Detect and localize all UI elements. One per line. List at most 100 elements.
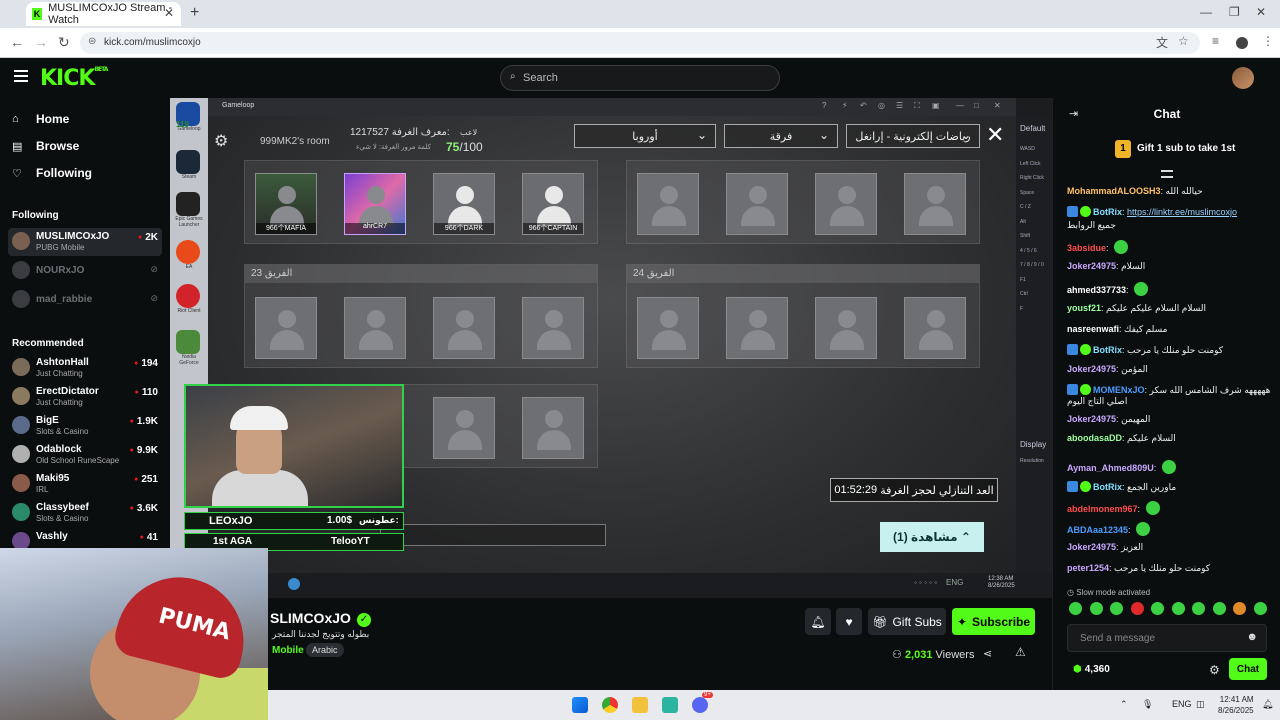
- mode-select[interactable]: فرقة ⌄: [724, 124, 838, 148]
- emu-restore-icon[interactable]: □: [974, 101, 979, 110]
- follow-button[interactable]: ♥: [836, 608, 862, 635]
- chat-username[interactable]: BotRix: [1093, 482, 1122, 492]
- player-slot[interactable]: [815, 173, 877, 235]
- recommended-channel[interactable]: OdablockOld School RuneScape 9.9K: [8, 441, 162, 469]
- undo-icon[interactable]: ↶: [860, 101, 867, 110]
- player-slot[interactable]: [433, 397, 495, 459]
- chat-username[interactable]: MohammadALOOSH3: [1067, 186, 1161, 196]
- minimize-icon[interactable]: —: [1200, 5, 1212, 19]
- search-input[interactable]: ⌕ Search: [500, 65, 780, 91]
- chat-username[interactable]: Ayman_Ahmed809U: [1067, 463, 1154, 473]
- taskbar-clock[interactable]: 12:41 AM 8/26/2025: [1218, 694, 1254, 716]
- player-slot[interactable]: [637, 297, 699, 359]
- chat-username[interactable]: ABDAaa12345: [1067, 525, 1128, 535]
- chat-username[interactable]: aboodasaDD: [1067, 433, 1122, 443]
- app-icon[interactable]: [662, 697, 678, 713]
- riot-app-icon[interactable]: [176, 284, 200, 308]
- emulator-app-icon[interactable]: [288, 578, 300, 590]
- channel-name[interactable]: SLIMCOxJO ✓: [270, 610, 371, 627]
- recommended-channel[interactable]: BigESlots & Casino 1.9K: [8, 412, 162, 440]
- player-slot[interactable]: [637, 173, 699, 235]
- taskbar-language[interactable]: ENG: [1172, 699, 1192, 709]
- emu-minimize-icon[interactable]: —: [956, 101, 964, 110]
- discord-icon[interactable]: [692, 697, 708, 713]
- chat-username[interactable]: peter1254: [1067, 563, 1109, 573]
- emu-close-icon[interactable]: ✕: [994, 101, 1001, 110]
- chat-username[interactable]: yousf21: [1067, 303, 1101, 313]
- boost-icon[interactable]: ⚡: [842, 101, 848, 110]
- chat-username[interactable]: ahmed337733: [1067, 285, 1126, 295]
- chat-username[interactable]: Joker24975: [1067, 542, 1116, 552]
- emoji-icon[interactable]: ☻: [1246, 631, 1258, 643]
- pinned-icon[interactable]: [1161, 170, 1173, 178]
- profile-avatar-icon[interactable]: [1236, 37, 1248, 49]
- channel-points[interactable]: ⬢ 4,360: [1073, 664, 1110, 675]
- tab-close-icon[interactable]: ✕: [164, 6, 174, 20]
- recommended-channel[interactable]: ClassybeefSlots & Casino 3.6K: [8, 499, 162, 527]
- settings-gear-icon[interactable]: ⚙: [214, 131, 228, 151]
- restore-icon[interactable]: ❐: [1229, 5, 1240, 19]
- stream-category[interactable]: Mobile: [272, 645, 304, 656]
- microphone-icon[interactable]: 🎙︎: [1142, 699, 1153, 710]
- menu-icon[interactable]: [14, 70, 28, 82]
- share-icon[interactable]: ⋖: [983, 647, 992, 660]
- player-slot[interactable]: 966个CAPTAIN: [522, 173, 584, 235]
- record-icon[interactable]: ◎: [878, 101, 885, 110]
- chat-username[interactable]: BotRix: [1093, 207, 1122, 217]
- player-slot[interactable]: [726, 297, 788, 359]
- window-close-icon[interactable]: ✕: [1256, 5, 1266, 19]
- new-tab-icon[interactable]: +: [190, 4, 199, 22]
- translate-icon[interactable]: 文: [1156, 34, 1168, 51]
- chat-username[interactable]: Joker24975: [1067, 414, 1116, 424]
- following-channel[interactable]: MUSLIMCOxJO PUBG Mobile 2K: [8, 228, 162, 256]
- quick-emote-icon[interactable]: [1212, 602, 1226, 615]
- network-icon[interactable]: ◫: [1196, 699, 1205, 710]
- player-slot[interactable]: [904, 297, 966, 359]
- sidebar-item-browse[interactable]: ▤ Browse: [12, 139, 79, 153]
- steam-app-icon[interactable]: [176, 150, 200, 174]
- bookmark-star-icon[interactable]: ☆: [1178, 34, 1189, 48]
- tray-chevron-icon[interactable]: ⌃: [1120, 699, 1128, 710]
- sidebar-item-home[interactable]: ⌂ Home: [12, 112, 69, 126]
- quick-emote-icon[interactable]: [1192, 602, 1205, 615]
- back-icon[interactable]: ←: [10, 34, 24, 50]
- windows-start-icon[interactable]: [572, 697, 588, 713]
- player-slot[interactable]: [904, 173, 966, 235]
- sidebar-item-following[interactable]: ♡ Following: [12, 166, 92, 180]
- fullscreen-icon[interactable]: ⛶: [914, 101, 920, 111]
- quick-emote-icon[interactable]: [1171, 602, 1185, 615]
- site-info-icon[interactable]: ⊜: [88, 36, 96, 47]
- chat-username[interactable]: 3absidue: [1067, 243, 1106, 253]
- chat-username[interactable]: BotRix: [1093, 345, 1122, 355]
- player-slot[interactable]: [522, 297, 584, 359]
- user-avatar[interactable]: [1232, 67, 1254, 89]
- reload-icon[interactable]: ↻: [58, 34, 70, 51]
- player-slot[interactable]: 966个DARK: [433, 173, 495, 235]
- stream-tag[interactable]: Arabic: [306, 643, 344, 657]
- recommended-channel[interactable]: ErectDictatorJust Chatting 110: [8, 383, 162, 411]
- chat-username[interactable]: MOMENxJO: [1093, 385, 1145, 395]
- browser-menu-icon[interactable]: ⋮: [1262, 34, 1274, 48]
- screenshot-icon[interactable]: ▣: [932, 101, 940, 110]
- region-select[interactable]: أوروبا ⌄: [574, 124, 716, 148]
- file-explorer-icon[interactable]: [632, 697, 648, 713]
- chat-message-input[interactable]: Send a message ☻: [1067, 624, 1267, 652]
- list-icon[interactable]: ☰: [896, 101, 903, 110]
- kick-logo[interactable]: KICKBETA: [40, 66, 108, 91]
- subscribe-button[interactable]: ✦ Subscribe: [952, 608, 1035, 635]
- chat-settings-gear-icon[interactable]: ⚙: [1209, 663, 1220, 677]
- chrome-icon[interactable]: [602, 697, 618, 713]
- recommended-channel[interactable]: AshtonHallJust Chatting 194: [8, 354, 162, 382]
- notifications-button[interactable]: 🔔︎: [805, 608, 831, 635]
- player-slot[interactable]: [255, 297, 317, 359]
- map-select[interactable]: رياضات إلكترونية - إرانغل ⌄: [846, 124, 980, 148]
- spectate-button[interactable]: (1) مشاهدة ⌃: [880, 522, 984, 552]
- game-close-icon[interactable]: ✕: [986, 124, 1004, 146]
- quick-emote-icon[interactable]: [1069, 602, 1082, 615]
- help-icon[interactable]: ?: [822, 101, 826, 110]
- epic-app-icon[interactable]: [176, 192, 200, 216]
- player-slot[interactable]: 966个MAFIA: [255, 173, 317, 235]
- recommended-channel[interactable]: Maki95IRL 251: [8, 470, 162, 498]
- player-slot[interactable]: [726, 173, 788, 235]
- quick-emote-icon[interactable]: [1089, 602, 1103, 615]
